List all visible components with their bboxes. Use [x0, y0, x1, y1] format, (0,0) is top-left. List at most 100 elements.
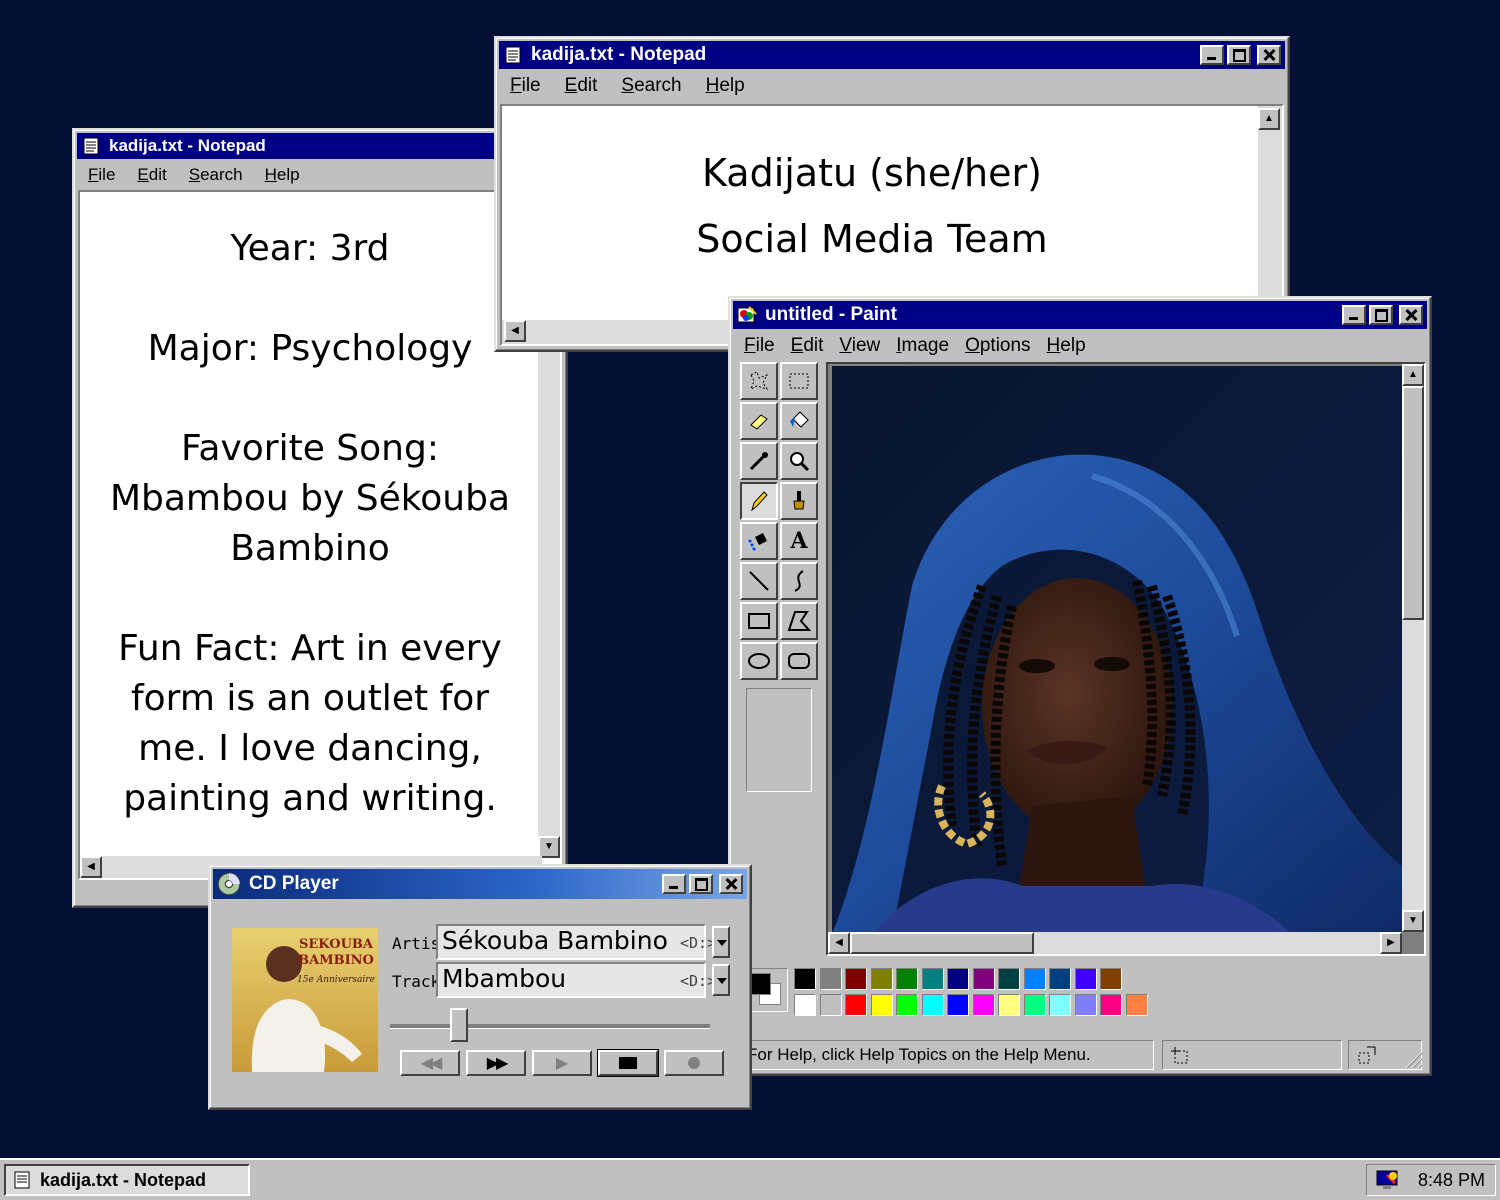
- menu-options[interactable]: Options: [965, 335, 1030, 357]
- maximize-button[interactable]: [1227, 45, 1251, 65]
- palette-swatch[interactable]: [1074, 994, 1097, 1016]
- tool-options-box[interactable]: [746, 688, 812, 792]
- notepad-top-titlebar[interactable]: kadija.txt - Notepad: [499, 41, 1285, 69]
- menu-edit[interactable]: Edit: [791, 335, 824, 357]
- taskbar-button-notepad[interactable]: kadija.txt - Notepad: [4, 1164, 250, 1196]
- taskbar-clock[interactable]: 8:48 PM: [1418, 1170, 1485, 1191]
- play-button[interactable]: ▶: [532, 1050, 592, 1076]
- palette-swatch[interactable]: [845, 994, 867, 1016]
- palette-swatch[interactable]: [819, 994, 842, 1016]
- palette-swatch[interactable]: [794, 968, 816, 990]
- maximize-button[interactable]: [1369, 305, 1393, 325]
- menu-search[interactable]: Search: [621, 75, 681, 97]
- scroll-left-button[interactable]: ◀: [828, 932, 850, 954]
- resize-grip-icon[interactable]: [1402, 1048, 1424, 1070]
- eraser-tool[interactable]: [740, 402, 778, 440]
- minimize-button[interactable]: [1342, 305, 1366, 325]
- position-slider-thumb[interactable]: [450, 1008, 469, 1042]
- palette-swatch[interactable]: [870, 994, 893, 1016]
- notepad-left-text-area[interactable]: Year: 3rd Major: Psychology Favorite Son…: [78, 190, 562, 880]
- brush-tool[interactable]: [780, 482, 818, 520]
- menu-file[interactable]: File: [510, 75, 541, 97]
- artist-dropdown-button[interactable]: [712, 926, 730, 958]
- minimize-button[interactable]: [1200, 45, 1224, 65]
- menu-edit[interactable]: Edit: [137, 165, 166, 185]
- menu-file[interactable]: File: [88, 165, 115, 185]
- eyedropper-tool[interactable]: [740, 442, 778, 480]
- position-slider-track[interactable]: [390, 1024, 710, 1029]
- portrait-image[interactable]: [832, 366, 1402, 934]
- cd-player-titlebar[interactable]: CD Player: [213, 869, 747, 899]
- palette-swatch[interactable]: [1049, 968, 1071, 990]
- paint-titlebar[interactable]: untitled - Paint: [733, 301, 1427, 329]
- menu-help[interactable]: Help: [265, 165, 300, 185]
- palette-swatch[interactable]: [1100, 968, 1122, 990]
- stop-button[interactable]: [597, 1049, 659, 1077]
- close-button[interactable]: [1257, 45, 1281, 65]
- airbrush-tool[interactable]: [740, 522, 778, 560]
- close-button[interactable]: [1399, 305, 1423, 325]
- palette-swatch[interactable]: [921, 968, 944, 990]
- free-select-tool[interactable]: [740, 362, 778, 400]
- menu-image[interactable]: Image: [896, 335, 949, 357]
- palette-swatch[interactable]: [972, 968, 995, 990]
- close-button[interactable]: [719, 874, 743, 894]
- paint-window[interactable]: untitled - Paint File Edit View Image Op…: [728, 296, 1432, 1076]
- artist-field[interactable]: Sékouba Bambino: [436, 924, 706, 960]
- fast-forward-button[interactable]: ▶▶: [466, 1050, 526, 1076]
- palette-swatch[interactable]: [794, 994, 816, 1016]
- track-dropdown-button[interactable]: [712, 964, 730, 996]
- palette-swatch[interactable]: [1049, 994, 1071, 1016]
- palette-swatch[interactable]: [947, 968, 969, 990]
- palette-swatch[interactable]: [972, 994, 995, 1016]
- magnifier-tool[interactable]: [780, 442, 818, 480]
- palette-swatch[interactable]: [1023, 994, 1046, 1016]
- maximize-button[interactable]: [689, 874, 713, 894]
- menu-view[interactable]: View: [839, 335, 880, 357]
- cd-player-window[interactable]: CD Player SEKOUBA BAMBINO 15e Anniversai…: [208, 864, 752, 1110]
- palette-swatch[interactable]: [819, 968, 842, 990]
- menu-search[interactable]: Search: [189, 165, 243, 185]
- scroll-up-button[interactable]: ▲: [1402, 364, 1424, 386]
- scroll-left-button[interactable]: ◀: [504, 320, 526, 342]
- menu-file[interactable]: File: [744, 335, 775, 357]
- fill-tool[interactable]: [780, 402, 818, 440]
- menu-edit[interactable]: Edit: [565, 75, 598, 97]
- scroll-down-button[interactable]: ▼: [538, 836, 560, 858]
- menu-help[interactable]: Help: [706, 75, 745, 97]
- palette-swatch[interactable]: [998, 994, 1020, 1016]
- palette-swatch[interactable]: [998, 968, 1020, 990]
- pencil-tool[interactable]: [740, 482, 778, 520]
- minimize-button[interactable]: [662, 874, 686, 894]
- canvas-viewport[interactable]: ▲ ▼ ◀ ▶: [826, 362, 1426, 956]
- palette-swatch[interactable]: [1074, 968, 1097, 990]
- scroll-down-button[interactable]: ▼: [1402, 910, 1424, 932]
- palette-swatch[interactable]: [896, 994, 918, 1016]
- palette-swatch[interactable]: [947, 994, 969, 1016]
- palette-swatch[interactable]: [870, 968, 893, 990]
- ellipse-tool[interactable]: [740, 642, 778, 680]
- palette-swatch[interactable]: [1100, 994, 1122, 1016]
- scroll-thumb[interactable]: [1402, 386, 1424, 620]
- rectangle-tool[interactable]: [740, 602, 778, 640]
- rounded-rectangle-tool[interactable]: [780, 642, 818, 680]
- palette-swatch[interactable]: [845, 968, 867, 990]
- scroll-thumb[interactable]: [850, 932, 1034, 954]
- polygon-tool[interactable]: [780, 602, 818, 640]
- track-field[interactable]: Mbambou: [436, 962, 706, 998]
- scroll-left-button[interactable]: ◀: [80, 856, 102, 878]
- palette-swatch[interactable]: [1125, 994, 1148, 1016]
- notepad-left-titlebar[interactable]: kadija.txt - Notepad: [77, 133, 563, 159]
- curve-tool[interactable]: [780, 562, 818, 600]
- palette-swatch[interactable]: [896, 968, 918, 990]
- rewind-button[interactable]: ◀◀: [400, 1050, 460, 1076]
- scroll-right-button[interactable]: ▶: [1380, 932, 1402, 954]
- menu-help[interactable]: Help: [1047, 335, 1086, 357]
- palette-swatch[interactable]: [921, 994, 944, 1016]
- text-tool[interactable]: A: [780, 522, 818, 560]
- line-tool[interactable]: [740, 562, 778, 600]
- rect-select-tool[interactable]: [780, 362, 818, 400]
- palette-swatch[interactable]: [1023, 968, 1046, 990]
- scroll-up-button[interactable]: ▲: [1258, 108, 1280, 130]
- monitor-tray-icon[interactable]: [1375, 1169, 1401, 1191]
